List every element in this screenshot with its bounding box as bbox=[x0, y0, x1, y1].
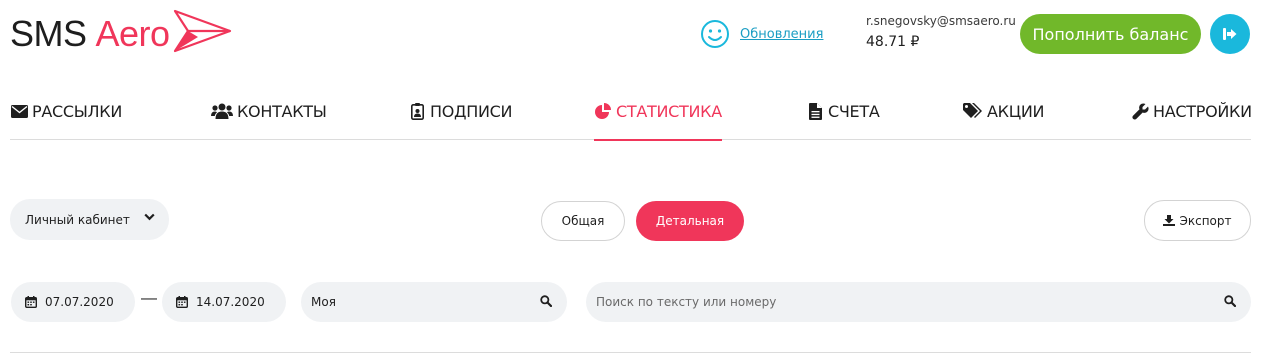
export-label: Экспорт bbox=[1179, 213, 1232, 228]
date-from-value: 07.07.2020 bbox=[45, 295, 114, 309]
id-badge-icon bbox=[408, 102, 426, 120]
nav-item-label: РАССЫЛКИ bbox=[32, 101, 123, 121]
cabinet-select[interactable]: Личный кабинет bbox=[10, 199, 169, 240]
search-icon[interactable] bbox=[540, 295, 552, 307]
logo-text-aero: Aero bbox=[95, 13, 171, 54]
pie-chart-icon bbox=[594, 102, 612, 120]
cabinet-select-value: Личный кабинет bbox=[25, 212, 130, 227]
file-icon bbox=[806, 102, 824, 120]
nav-item-invoices[interactable]: СЧЕТА bbox=[806, 82, 880, 140]
export-button[interactable]: Экспорт bbox=[1144, 200, 1251, 241]
nav-item-promotions[interactable]: АКЦИИ bbox=[963, 82, 1044, 140]
nav-item-label: НАСТРОЙКИ bbox=[1153, 101, 1252, 121]
search-icon[interactable] bbox=[1224, 295, 1236, 307]
sender-search-input[interactable] bbox=[311, 295, 531, 309]
calendar-icon bbox=[176, 296, 188, 308]
date-from-field[interactable]: 07.07.2020 bbox=[11, 282, 135, 322]
account-info: r.snegovsky@smsaero.ru 48.71 ₽ bbox=[866, 14, 1016, 50]
nav-item-label: АКЦИИ bbox=[987, 101, 1045, 121]
logout-icon bbox=[1223, 28, 1237, 40]
sender-search-field[interactable] bbox=[301, 282, 567, 322]
updates-block: Обновления bbox=[700, 19, 823, 49]
tags-icon bbox=[963, 102, 983, 120]
nav-item-label: СЧЕТА bbox=[828, 101, 880, 121]
logout-button[interactable] bbox=[1210, 14, 1250, 54]
nav-item-statistics[interactable]: СТАТИСТИКА bbox=[594, 82, 722, 141]
users-icon bbox=[211, 102, 233, 120]
account-email: r.snegovsky@smsaero.ru bbox=[866, 14, 1016, 28]
nav-item-label: КОНТАКТЫ bbox=[237, 101, 327, 121]
tab-detailed[interactable]: Детальная bbox=[636, 201, 744, 241]
date-range-separator: — bbox=[141, 290, 157, 307]
wrench-icon bbox=[1131, 102, 1149, 120]
nav-item-mailings[interactable]: РАССЫЛКИ bbox=[10, 82, 122, 140]
tab-general[interactable]: Общая bbox=[541, 201, 625, 241]
calendar-icon bbox=[25, 296, 37, 308]
main-nav: РАССЫЛКИ КОНТАКТЫ ПОДПИСИ СТАТИСТИКА СЧЕ… bbox=[10, 82, 1252, 141]
account-balance: 48.71 ₽ bbox=[866, 34, 920, 50]
nav-item-contacts[interactable]: КОНТАКТЫ bbox=[211, 82, 327, 140]
envelope-icon bbox=[10, 102, 28, 120]
topup-balance-button[interactable]: Пополнить баланс bbox=[1020, 14, 1201, 54]
updates-link[interactable]: Обновления bbox=[740, 27, 823, 42]
nav-item-label: ПОДПИСИ bbox=[430, 101, 513, 121]
paper-plane-icon bbox=[173, 9, 231, 53]
logo[interactable]: SMS Aero bbox=[10, 8, 234, 60]
date-to-value: 14.07.2020 bbox=[196, 295, 265, 309]
nav-item-settings[interactable]: НАСТРОЙКИ bbox=[1131, 82, 1252, 140]
text-number-search-input[interactable] bbox=[596, 295, 1206, 309]
download-icon bbox=[1163, 215, 1176, 226]
text-number-search-field[interactable] bbox=[586, 282, 1251, 322]
divider bbox=[10, 352, 1251, 353]
nav-item-label: СТАТИСТИКА bbox=[616, 101, 722, 121]
chevron-down-icon bbox=[144, 213, 155, 221]
date-to-field[interactable]: 14.07.2020 bbox=[162, 282, 286, 322]
smiley-icon bbox=[701, 20, 729, 48]
logo-text-sms: SMS bbox=[10, 13, 87, 54]
nav-item-signatures[interactable]: ПОДПИСИ bbox=[408, 82, 512, 140]
